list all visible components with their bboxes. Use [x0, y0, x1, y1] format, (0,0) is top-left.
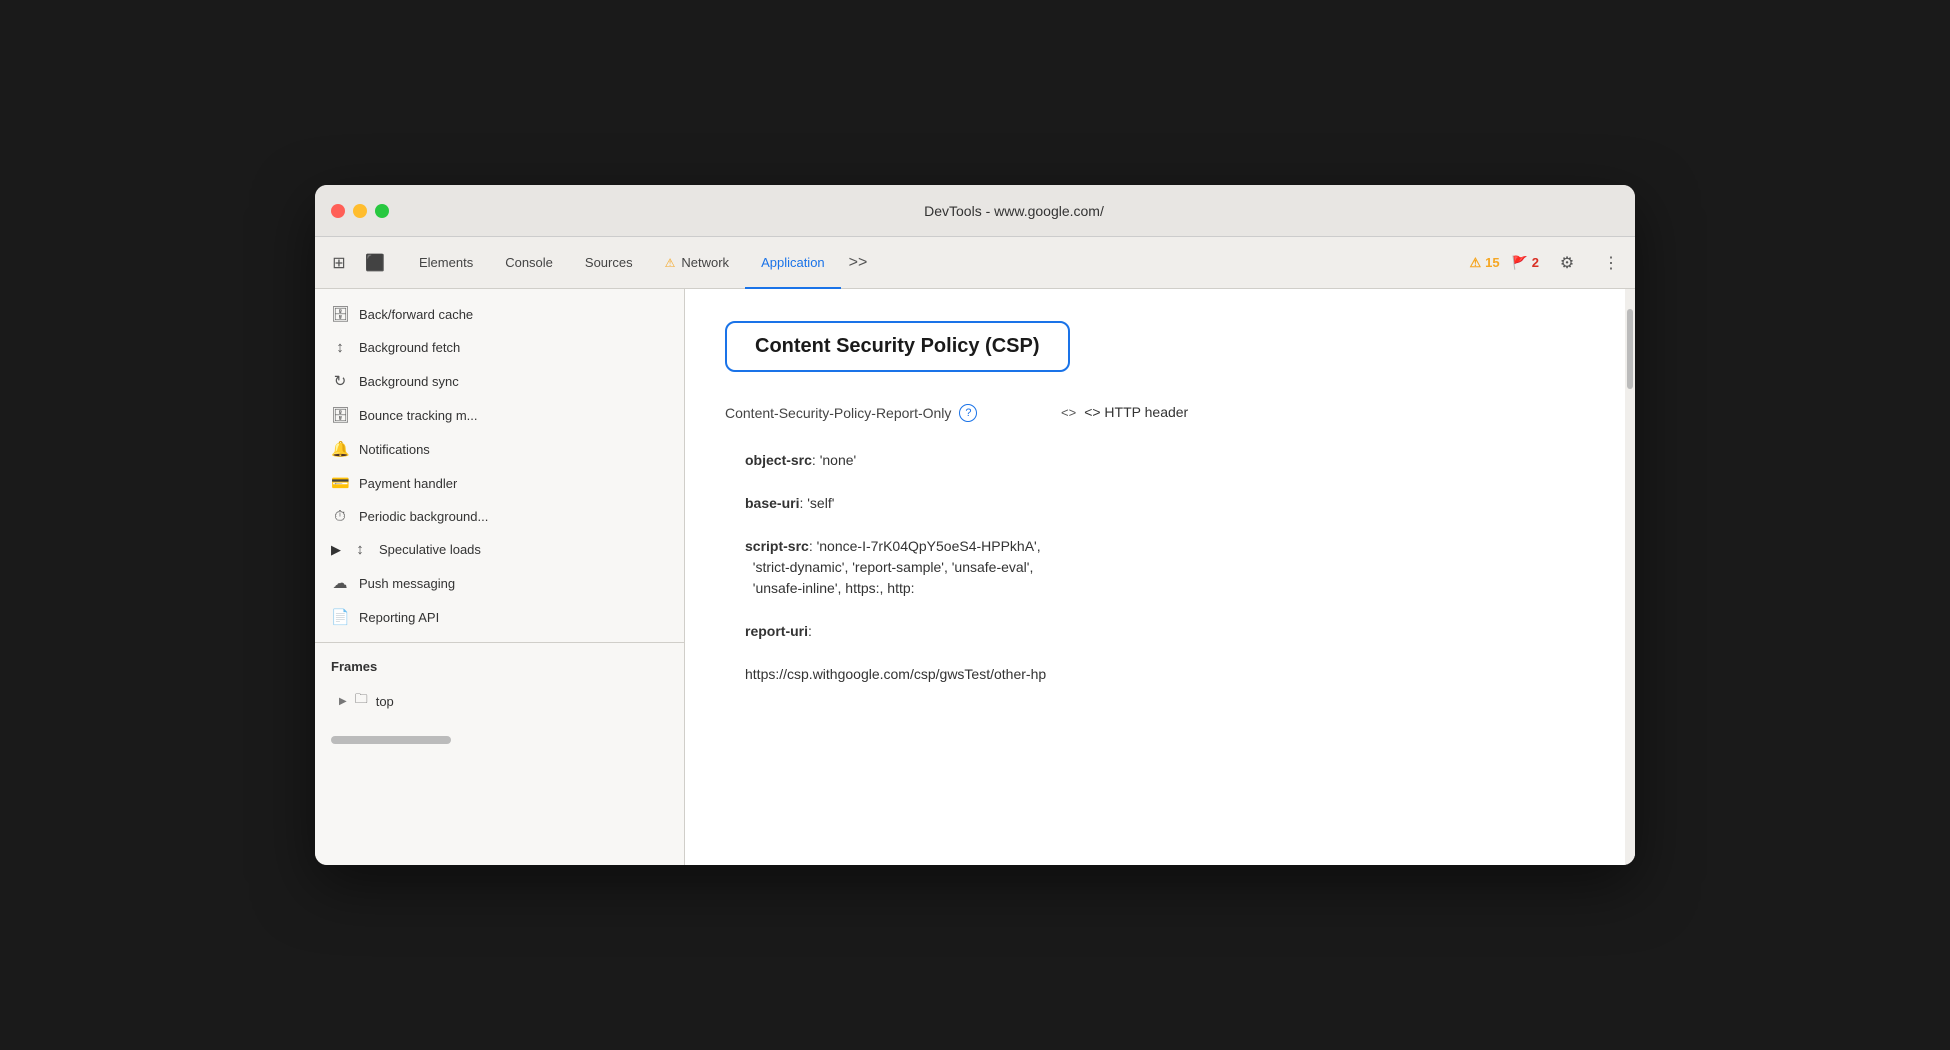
warnings-badge: ⚠ 15: [1469, 255, 1499, 271]
minimize-button[interactable]: [353, 204, 367, 218]
settings-icon[interactable]: ⚙: [1551, 247, 1583, 279]
csp-script-src: script-src: 'nonce-I-7rK04QpY5oeS4-HPPkh…: [745, 536, 1595, 599]
errors-badge: 🚩 2: [1512, 255, 1539, 271]
csp-object-src: object-src: 'none': [745, 450, 1595, 471]
devtools-window: DevTools - www.google.com/ ⊞ ⬛ Elements …: [315, 185, 1635, 865]
sidebar-item-background-fetch[interactable]: ↕ Background fetch: [315, 331, 684, 364]
speculative-icon: ↕: [351, 541, 369, 558]
sidebar-item-periodic-background[interactable]: ⏱ Periodic background...: [315, 500, 684, 533]
code-icon: <>: [1061, 405, 1076, 420]
horizontal-scrollbar-thumb[interactable]: [331, 736, 451, 744]
sidebar-item-push-messaging[interactable]: ☁ Push messaging: [315, 566, 684, 600]
csp-report-uri-url: https://csp.withgoogle.com/csp/gwsTest/o…: [745, 664, 1595, 685]
periodic-icon: ⏱: [331, 508, 349, 525]
tab-sources[interactable]: Sources: [569, 237, 649, 289]
title-bar: DevTools - www.google.com/: [315, 185, 1635, 237]
window-controls: [331, 204, 389, 218]
frames-top-label: top: [376, 694, 394, 709]
reporting-icon: 📄: [331, 608, 349, 626]
error-icon: 🚩: [1512, 255, 1528, 271]
tab-bar-right: ⚠ 15 🚩 2 ⚙ ⋮: [1469, 247, 1627, 279]
sidebar: 🗄 Back/forward cache ↕ Background fetch …: [315, 289, 685, 865]
sidebar-item-background-sync[interactable]: ↻ Background sync: [315, 364, 684, 398]
device-icon[interactable]: ⬛: [359, 247, 391, 279]
bounce-icon: 🗄: [331, 406, 349, 424]
push-icon: ☁: [331, 574, 349, 592]
csp-policy-value: <> <> HTTP header: [1061, 404, 1188, 420]
toolbar-icons: ⊞ ⬛: [323, 247, 391, 279]
maximize-button[interactable]: [375, 204, 389, 218]
tab-bar: ⊞ ⬛ Elements Console Sources Network App…: [315, 237, 1635, 289]
sidebar-item-payment-handler[interactable]: 💳 Payment handler: [315, 466, 684, 500]
errors-count: 2: [1532, 255, 1539, 270]
window-title: DevTools - www.google.com/: [409, 203, 1619, 219]
csp-report-uri: report-uri:: [745, 621, 1595, 642]
fetch-icon: ↕: [331, 339, 349, 356]
frames-item-top[interactable]: ▶ 🗀 top: [315, 682, 684, 720]
tab-console[interactable]: Console: [489, 237, 569, 289]
sidebar-item-back-forward-cache[interactable]: 🗄 Back/forward cache: [315, 297, 684, 331]
csp-policy-key: Content-Security-Policy-Report-Only ?: [725, 404, 1045, 422]
vertical-scrollbar-thumb[interactable]: [1627, 309, 1633, 389]
sidebar-item-speculative-loads[interactable]: ▶ ↕ Speculative loads: [315, 533, 684, 566]
tab-elements[interactable]: Elements: [403, 237, 489, 289]
csp-policy-row: Content-Security-Policy-Report-Only ? <>…: [725, 404, 1595, 422]
sync-icon: ↻: [331, 372, 349, 390]
tab-application[interactable]: Application: [745, 237, 841, 289]
main-content: 🗄 Back/forward cache ↕ Background fetch …: [315, 289, 1635, 865]
vertical-scrollbar-track: [1625, 289, 1635, 865]
notifications-icon: 🔔: [331, 440, 349, 458]
horizontal-scrollbar-track: [315, 728, 684, 748]
csp-title: Content Security Policy (CSP): [755, 335, 1040, 357]
more-options-icon[interactable]: ⋮: [1595, 247, 1627, 279]
sidebar-item-bounce-tracking[interactable]: 🗄 Bounce tracking m...: [315, 398, 684, 432]
warning-icon: ⚠: [1469, 255, 1481, 271]
sidebar-item-reporting-api[interactable]: 📄 Reporting API: [315, 600, 684, 634]
warnings-count: 15: [1485, 255, 1499, 270]
info-icon[interactable]: ?: [959, 404, 977, 422]
database-icon: 🗄: [331, 305, 349, 323]
payment-icon: 💳: [331, 474, 349, 492]
csp-details: object-src: 'none' base-uri: 'self' scri…: [725, 450, 1595, 685]
sidebar-item-notifications[interactable]: 🔔 Notifications: [315, 432, 684, 466]
tab-network[interactable]: Network: [649, 237, 745, 289]
frames-header: Frames: [315, 651, 684, 682]
folder-icon: 🗀: [355, 690, 368, 712]
inspector-icon[interactable]: ⊞: [323, 247, 355, 279]
frames-section: Frames ▶ 🗀 top: [315, 642, 684, 728]
frames-expand-arrow-icon: ▶: [339, 696, 347, 707]
csp-title-box: Content Security Policy (CSP): [725, 321, 1070, 372]
close-button[interactable]: [331, 204, 345, 218]
expand-arrow-icon: ▶: [331, 542, 341, 558]
content-area: Content Security Policy (CSP) Content-Se…: [685, 289, 1635, 865]
more-tabs-button[interactable]: >>: [841, 247, 876, 279]
csp-base-uri: base-uri: 'self': [745, 493, 1595, 514]
